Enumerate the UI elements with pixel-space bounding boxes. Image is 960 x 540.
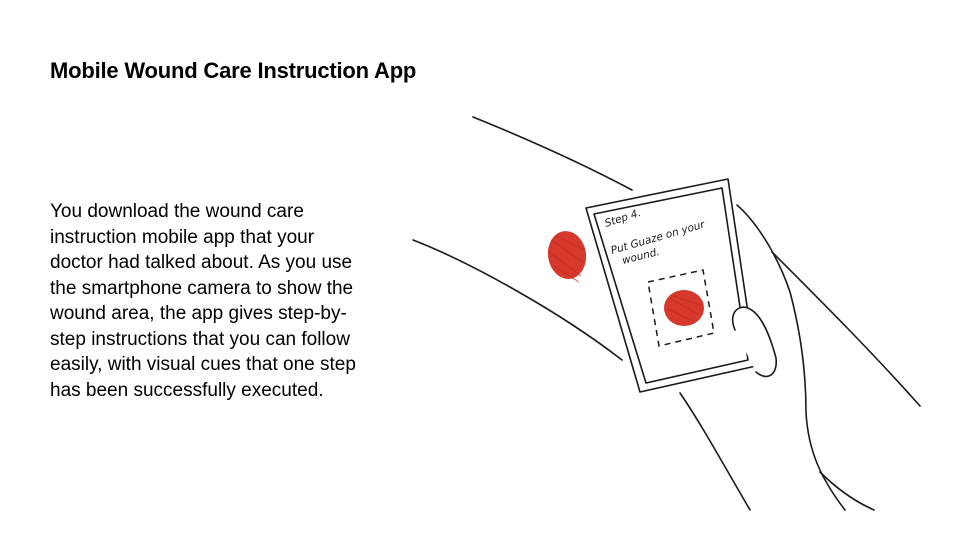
wound-care-app-illustration: Step 4. Put Guaze on your wound. [412,116,921,511]
forearm-upper-outline [771,251,921,407]
arm-wound [547,231,587,283]
arm-upper-outline [472,116,633,191]
forearm-lower-outline [819,471,875,511]
screen-wound [664,290,704,326]
slide: Mobile Wound Care Instruction App You do… [0,0,960,540]
palm-edge-outline [679,392,751,511]
smartphone: Step 4. Put Guaze on your wound. [585,178,757,393]
arm-lower-outline [412,239,623,361]
thumb-outline [731,306,778,378]
